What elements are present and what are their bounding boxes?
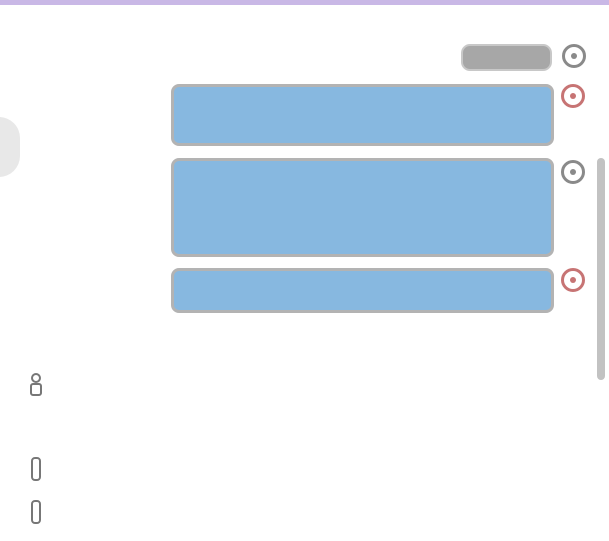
side-handle[interactable] xyxy=(0,117,20,177)
message-bubble[interactable] xyxy=(171,84,554,146)
message-bubble[interactable] xyxy=(171,268,554,313)
avatar-icon[interactable] xyxy=(562,44,586,68)
message-bubble[interactable] xyxy=(171,158,554,257)
phone-icon xyxy=(31,500,41,524)
avatar-icon[interactable] xyxy=(561,84,585,108)
window-top-accent xyxy=(0,0,609,5)
phone-icon xyxy=(31,457,41,481)
scrollbar-thumb[interactable] xyxy=(597,158,605,380)
tag-message-bubble[interactable] xyxy=(461,44,552,71)
person-icon xyxy=(30,373,42,396)
avatar-icon[interactable] xyxy=(561,268,585,292)
avatar-icon[interactable] xyxy=(561,160,585,184)
scrollbar[interactable] xyxy=(597,30,605,541)
